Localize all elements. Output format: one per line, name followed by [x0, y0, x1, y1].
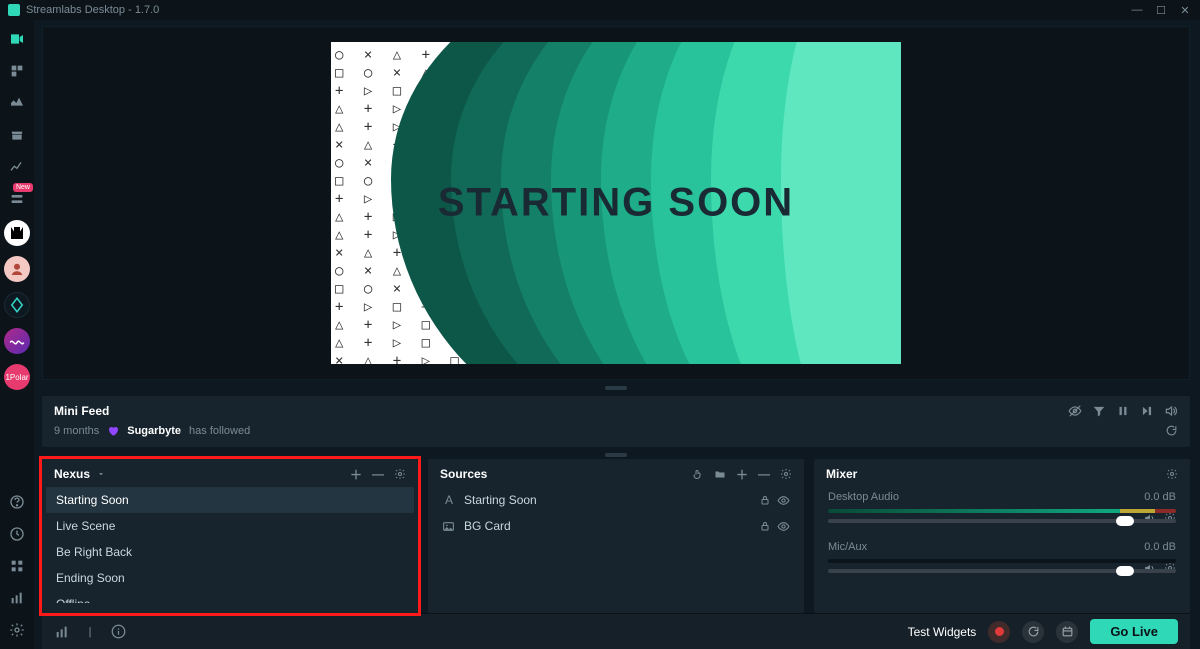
source-row[interactable]: A Starting Soon	[432, 487, 800, 513]
scene-row[interactable]: Ending Soon	[46, 565, 414, 591]
image-source-icon	[442, 520, 456, 533]
scene-settings-icon[interactable]	[394, 468, 406, 480]
mixer-panel: Mixer Desktop Audio 0.0 dB Mic/Aux 0.0 dB	[814, 459, 1190, 613]
test-widgets-button[interactable]: Test Widgets	[908, 625, 977, 639]
replay-buffer-button[interactable]	[1022, 621, 1044, 643]
record-button[interactable]	[988, 621, 1010, 643]
source-label: Starting Soon	[464, 493, 537, 507]
mixer-settings-icon[interactable]	[1166, 468, 1178, 480]
horizontal-resize-handle[interactable]	[605, 386, 627, 390]
source-lock-icon[interactable]	[759, 494, 771, 507]
level-meter	[828, 559, 1176, 563]
mixer-channel: Mic/Aux 0.0 dB	[818, 537, 1186, 587]
feed-volume-icon[interactable]	[1164, 404, 1178, 418]
twitch-heart-icon	[107, 425, 119, 437]
mixer-channel: Desktop Audio 0.0 dB	[818, 487, 1186, 537]
source-hand-icon[interactable]	[692, 468, 704, 480]
feed-filter-icon[interactable]	[1092, 404, 1106, 418]
text-source-icon: A	[442, 493, 456, 507]
window-title: Streamlabs Desktop - 1.7.0	[26, 4, 159, 16]
mixer-channel-name: Mic/Aux	[828, 541, 867, 553]
scene-row[interactable]: Starting Soon	[46, 487, 414, 513]
add-source-icon[interactable]: ＋	[736, 468, 748, 480]
feed-skip-icon[interactable]	[1140, 404, 1154, 418]
preview-area[interactable]: ○ × △ + ▷ □ — ○ × △ + ▷ □ — ○ × △ + ▷ □ …	[42, 26, 1190, 380]
scenes-list: Starting SoonLive SceneBe Right BackEndi…	[46, 487, 414, 603]
schedule-button[interactable]	[1056, 621, 1078, 643]
feed-replay-icon[interactable]	[1165, 424, 1178, 437]
scene-collection-name[interactable]: Nexus	[54, 467, 90, 481]
source-settings-icon[interactable]	[780, 468, 792, 480]
settings-icon[interactable]	[6, 619, 28, 641]
window-maximize-button[interactable]: ☐	[1154, 3, 1168, 17]
mini-feed-panel: Mini Feed 9 months Sugarbyte has followe…	[42, 396, 1190, 447]
apps-icon[interactable]	[6, 555, 28, 577]
source-lock-icon[interactable]	[759, 520, 771, 533]
scene-row[interactable]: Offline	[46, 591, 414, 603]
source-visibility-icon[interactable]	[777, 494, 790, 507]
feed-item[interactable]: 9 months Sugarbyte has followed	[54, 424, 1178, 437]
store-icon[interactable]	[6, 124, 28, 146]
window-close-button[interactable]: ✕	[1178, 3, 1192, 17]
source-label: BG Card	[464, 519, 511, 533]
volume-slider[interactable]	[828, 519, 1176, 523]
themes-icon[interactable]: New	[6, 188, 28, 210]
title-bar: Streamlabs Desktop - 1.7.0 — ☐ ✕	[0, 0, 1200, 20]
remove-source-icon[interactable]: —	[758, 468, 770, 480]
wave-avatar[interactable]	[4, 328, 30, 354]
monstercat-avatar[interactable]	[4, 220, 30, 246]
sources-title: Sources	[440, 467, 487, 481]
stats-icon[interactable]	[6, 587, 28, 609]
source-visibility-icon[interactable]	[777, 520, 790, 533]
remove-scene-icon[interactable]: —	[372, 468, 384, 480]
volume-slider[interactable]	[828, 569, 1176, 573]
source-row[interactable]: BG Card	[432, 513, 800, 539]
mini-feed-title: Mini Feed	[54, 404, 109, 418]
mixer-list: Desktop Audio 0.0 dB Mic/Aux 0.0 dB	[818, 487, 1186, 603]
feed-pause-icon[interactable]	[1116, 404, 1130, 418]
feed-eye-icon[interactable]	[1068, 404, 1082, 418]
preview-canvas: ○ × △ + ▷ □ — ○ × △ + ▷ □ — ○ × △ + ▷ □ …	[331, 42, 901, 364]
help-icon[interactable]	[6, 491, 28, 513]
add-scene-icon[interactable]: ＋	[350, 468, 362, 480]
sources-list: A Starting Soon BG Card	[432, 487, 800, 603]
mixer-channel-db: 0.0 dB	[1144, 541, 1176, 553]
window-minimize-button[interactable]: —	[1130, 3, 1144, 17]
editor-icon[interactable]	[6, 28, 28, 50]
preview-banner-text: STARTING SOON	[331, 181, 901, 226]
info-icon[interactable]	[110, 624, 126, 640]
go-live-button[interactable]: Go Live	[1090, 619, 1178, 644]
primary-nav: New 1Polar	[0, 20, 34, 649]
scene-row[interactable]: Be Right Back	[46, 539, 414, 565]
new-badge: New	[13, 183, 33, 192]
mixer-channel-name: Desktop Audio	[828, 491, 899, 503]
horizontal-resize-handle-2[interactable]	[605, 453, 627, 457]
alertbox-icon[interactable]	[6, 92, 28, 114]
scene-row[interactable]: Live Scene	[46, 513, 414, 539]
pink-avatar[interactable]: 1Polar	[4, 364, 30, 390]
dashboard-icon[interactable]	[6, 156, 28, 178]
footer-bar: | Test Widgets Go Live	[42, 613, 1190, 649]
sources-panel: Sources ＋ — A Starting Soon BG Card	[428, 459, 804, 613]
mixer-title: Mixer	[826, 467, 857, 481]
performance-bars-icon[interactable]	[54, 624, 70, 640]
notifications-icon[interactable]	[6, 523, 28, 545]
source-folder-icon[interactable]	[714, 468, 726, 480]
feed-age: 9 months	[54, 425, 99, 437]
chevron-down-icon[interactable]	[96, 469, 106, 479]
scenes-panel: Nexus ＋ — Starting SoonLive SceneBe Righ…	[42, 459, 418, 613]
feed-action: has followed	[189, 425, 250, 437]
user-avatar[interactable]	[4, 256, 30, 282]
diamond-avatar[interactable]	[4, 292, 30, 318]
app-logo-icon	[8, 4, 20, 16]
feed-username: Sugarbyte	[127, 425, 181, 437]
level-meter	[828, 509, 1176, 513]
layouts-icon[interactable]	[6, 60, 28, 82]
mixer-channel-db: 0.0 dB	[1144, 491, 1176, 503]
